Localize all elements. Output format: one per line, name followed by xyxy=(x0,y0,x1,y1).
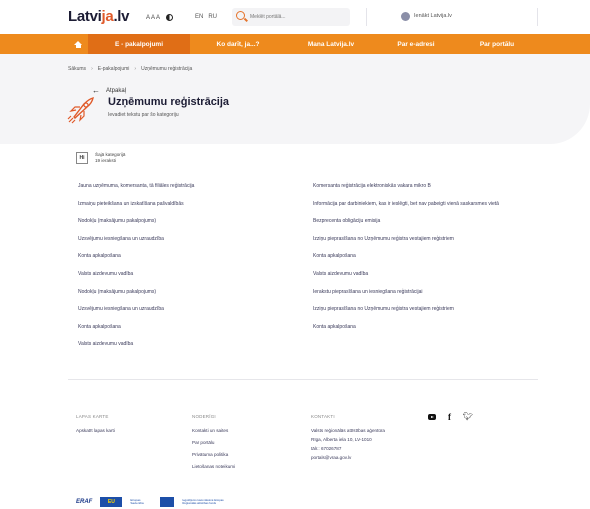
service-link[interactable]: Izziņu pieprasīšana no Uzņēmumu reģistra… xyxy=(313,306,533,324)
service-link[interactable]: Izmaiņu pieteikšana un izskatīšana pašva… xyxy=(78,201,298,219)
service-link[interactable]: Konta apkalpošana xyxy=(78,324,298,342)
footer-divider xyxy=(68,379,538,380)
search-input[interactable] xyxy=(250,12,346,22)
eraf-logo: ERAF xyxy=(76,499,93,505)
services-list-left: Jauna uzņēmuma, komersanta, tā filiāles … xyxy=(78,183,298,359)
service-link[interactable]: Ierakstu pieprasīšana un iesniegšana reģ… xyxy=(313,289,533,307)
breadcrumb-item-epakalpojumi[interactable]: E-pakalpojumi xyxy=(98,66,130,72)
breadcrumb-separator: › xyxy=(91,66,93,72)
user-icon[interactable] xyxy=(401,12,410,21)
eu-flag-icon xyxy=(160,497,175,507)
footer-contacts: KONTAKTI Valsts reģionālās attīstības aģ… xyxy=(311,414,385,464)
rocket-icon xyxy=(67,97,94,124)
contact-phone: tālr.: 67026787 xyxy=(311,446,342,451)
footer-heading: LAPAS KARTE xyxy=(76,414,109,419)
nav-item-e-pakalpojumi[interactable]: E - pakalpojumi xyxy=(88,34,190,54)
breadcrumb-item-home[interactable]: Sākums xyxy=(68,66,86,72)
twitter-icon[interactable]: 🐦︎ xyxy=(463,413,473,421)
footer-sitemap: LAPAS KARTE Apskatīt lapas karti xyxy=(76,414,115,440)
service-link[interactable]: Jauna uzņēmuma, komersanta, tā filiāles … xyxy=(78,183,298,201)
breadcrumb-separator: › xyxy=(134,66,137,72)
eu-logo: EU xyxy=(100,497,123,507)
page-subtitle: Ievadiet tekstu par šo kategoriju xyxy=(108,112,179,118)
language-switcher: EN RU xyxy=(195,14,217,20)
youtube-icon[interactable] xyxy=(428,414,436,420)
footer-link[interactable]: Par portālu xyxy=(192,440,235,445)
main-nav: E - pakalpojumi Ko darīt, ja...? Mana La… xyxy=(0,34,590,54)
service-link[interactable]: Uzsvējumu iesniegšana un uzraudzība xyxy=(78,306,298,324)
category-info: Šajā kategorijā 19 ieraksti xyxy=(95,152,125,164)
service-link[interactable]: Nodokļu (maksājumu pakalpojums) xyxy=(78,289,298,307)
service-link[interactable]: Uzsvējumu iesniegšana un uzraudzība xyxy=(78,236,298,254)
search-icon[interactable] xyxy=(236,11,245,20)
contrast-icon[interactable] xyxy=(166,14,174,21)
service-link[interactable]: Bezprecenta obligāciju emisija xyxy=(313,218,533,236)
fund-logo-text: Ieguldījums tavā nākotnē Eiropas Reģionā… xyxy=(182,497,224,505)
contact-address: Rīga, Alberta iela 10, LV-1010 xyxy=(311,437,372,442)
service-link[interactable]: Valsts aizdevumu vadība xyxy=(78,271,298,289)
contact-email[interactable]: portals@vraa.gov.lv xyxy=(311,455,385,461)
service-link[interactable]: Konta apkalpošana xyxy=(313,253,533,271)
service-link[interactable]: Informācija par darbiniekiem, kas ir ies… xyxy=(313,201,533,219)
footer-link[interactable]: Kontakti un saites xyxy=(192,428,235,433)
social-links: f 🐦︎ xyxy=(428,413,473,422)
site-logo[interactable]: Latvija.lv xyxy=(68,8,130,25)
search-box xyxy=(232,8,350,26)
top-header: Latvija.lv A A A EN RU Ienākt Latvija.lv xyxy=(0,0,590,34)
back-link[interactable]: ← Atpakaļ xyxy=(92,86,126,95)
breadcrumb: Sākums › E-pakalpojumi › Uzņēmumu reģist… xyxy=(68,66,192,72)
logo-text-end: .lv xyxy=(113,8,130,25)
service-link[interactable]: Valsts aizdevumu vadība xyxy=(313,271,533,289)
service-link[interactable]: Nodokļu (maksājumu pakalpojums) xyxy=(78,218,298,236)
font-size-control[interactable]: A A A xyxy=(146,15,160,21)
login-area: Ienākt Latvija.lv xyxy=(366,8,538,26)
logo-text-main: Latvi xyxy=(68,8,102,25)
home-icon xyxy=(74,40,82,48)
footer-heading: NODERĪGI xyxy=(192,414,216,419)
service-link[interactable]: Izziņu pieprasīšana no Uzņēmumu reģistra… xyxy=(313,236,533,254)
contact-org: Valsts reģionālās attīstības aģentūra xyxy=(311,428,385,433)
arrow-left-icon: ← xyxy=(92,86,100,95)
category-count: 19 ieraksti xyxy=(95,158,116,163)
nav-item-mana-latvija[interactable]: Mana Latvija.lv xyxy=(286,34,376,54)
logo-text-accent: ja xyxy=(101,8,114,25)
service-link[interactable]: Valsts aizdevumu vadība xyxy=(78,341,298,359)
lang-ru[interactable]: RU xyxy=(208,14,217,20)
eu-logo-text: Eiropas Savienība xyxy=(130,497,144,505)
service-link[interactable]: Komersanta reģistrācija elektroniskās va… xyxy=(313,183,533,201)
breadcrumb-item-current: Uzņēmumu reģistrācija xyxy=(141,66,193,72)
nav-item-e-adrese[interactable]: Par e-adresi xyxy=(376,34,456,54)
page-title: Uzņēmumu reģistrācija xyxy=(108,96,230,108)
back-label: Atpakaļ xyxy=(106,87,127,94)
service-link[interactable]: Konta apkalpošana xyxy=(313,324,533,342)
accessibility-tools: A A A xyxy=(146,14,174,21)
footer-heading: KONTAKTI xyxy=(311,414,335,419)
footer-useful: NODERĪGI Kontakti un saites Par portālu … xyxy=(192,414,235,476)
facebook-icon[interactable]: f xyxy=(448,413,451,422)
login-link[interactable]: Ienākt Latvija.lv xyxy=(414,13,452,19)
footer-link[interactable]: Apskatīt lapas karti xyxy=(76,428,115,433)
funding-logos: ERAF EU Eiropas Savienība Ieguldījums ta… xyxy=(76,497,238,507)
lang-en[interactable]: EN xyxy=(195,14,203,20)
service-link[interactable]: Konta apkalpošana xyxy=(78,253,298,271)
category-badge: Hi xyxy=(76,152,88,164)
nav-item-ko-darit[interactable]: Ko darīt, ja...? xyxy=(190,34,286,54)
footer-link[interactable]: Lietošanas noteikumi xyxy=(192,464,235,469)
services-list-right: Komersanta reģistrācija elektroniskās va… xyxy=(313,183,533,341)
nav-item-par-portalu[interactable]: Par portālu xyxy=(456,34,538,54)
footer-link[interactable]: Privātuma politika xyxy=(192,452,235,457)
nav-home[interactable] xyxy=(68,34,88,54)
